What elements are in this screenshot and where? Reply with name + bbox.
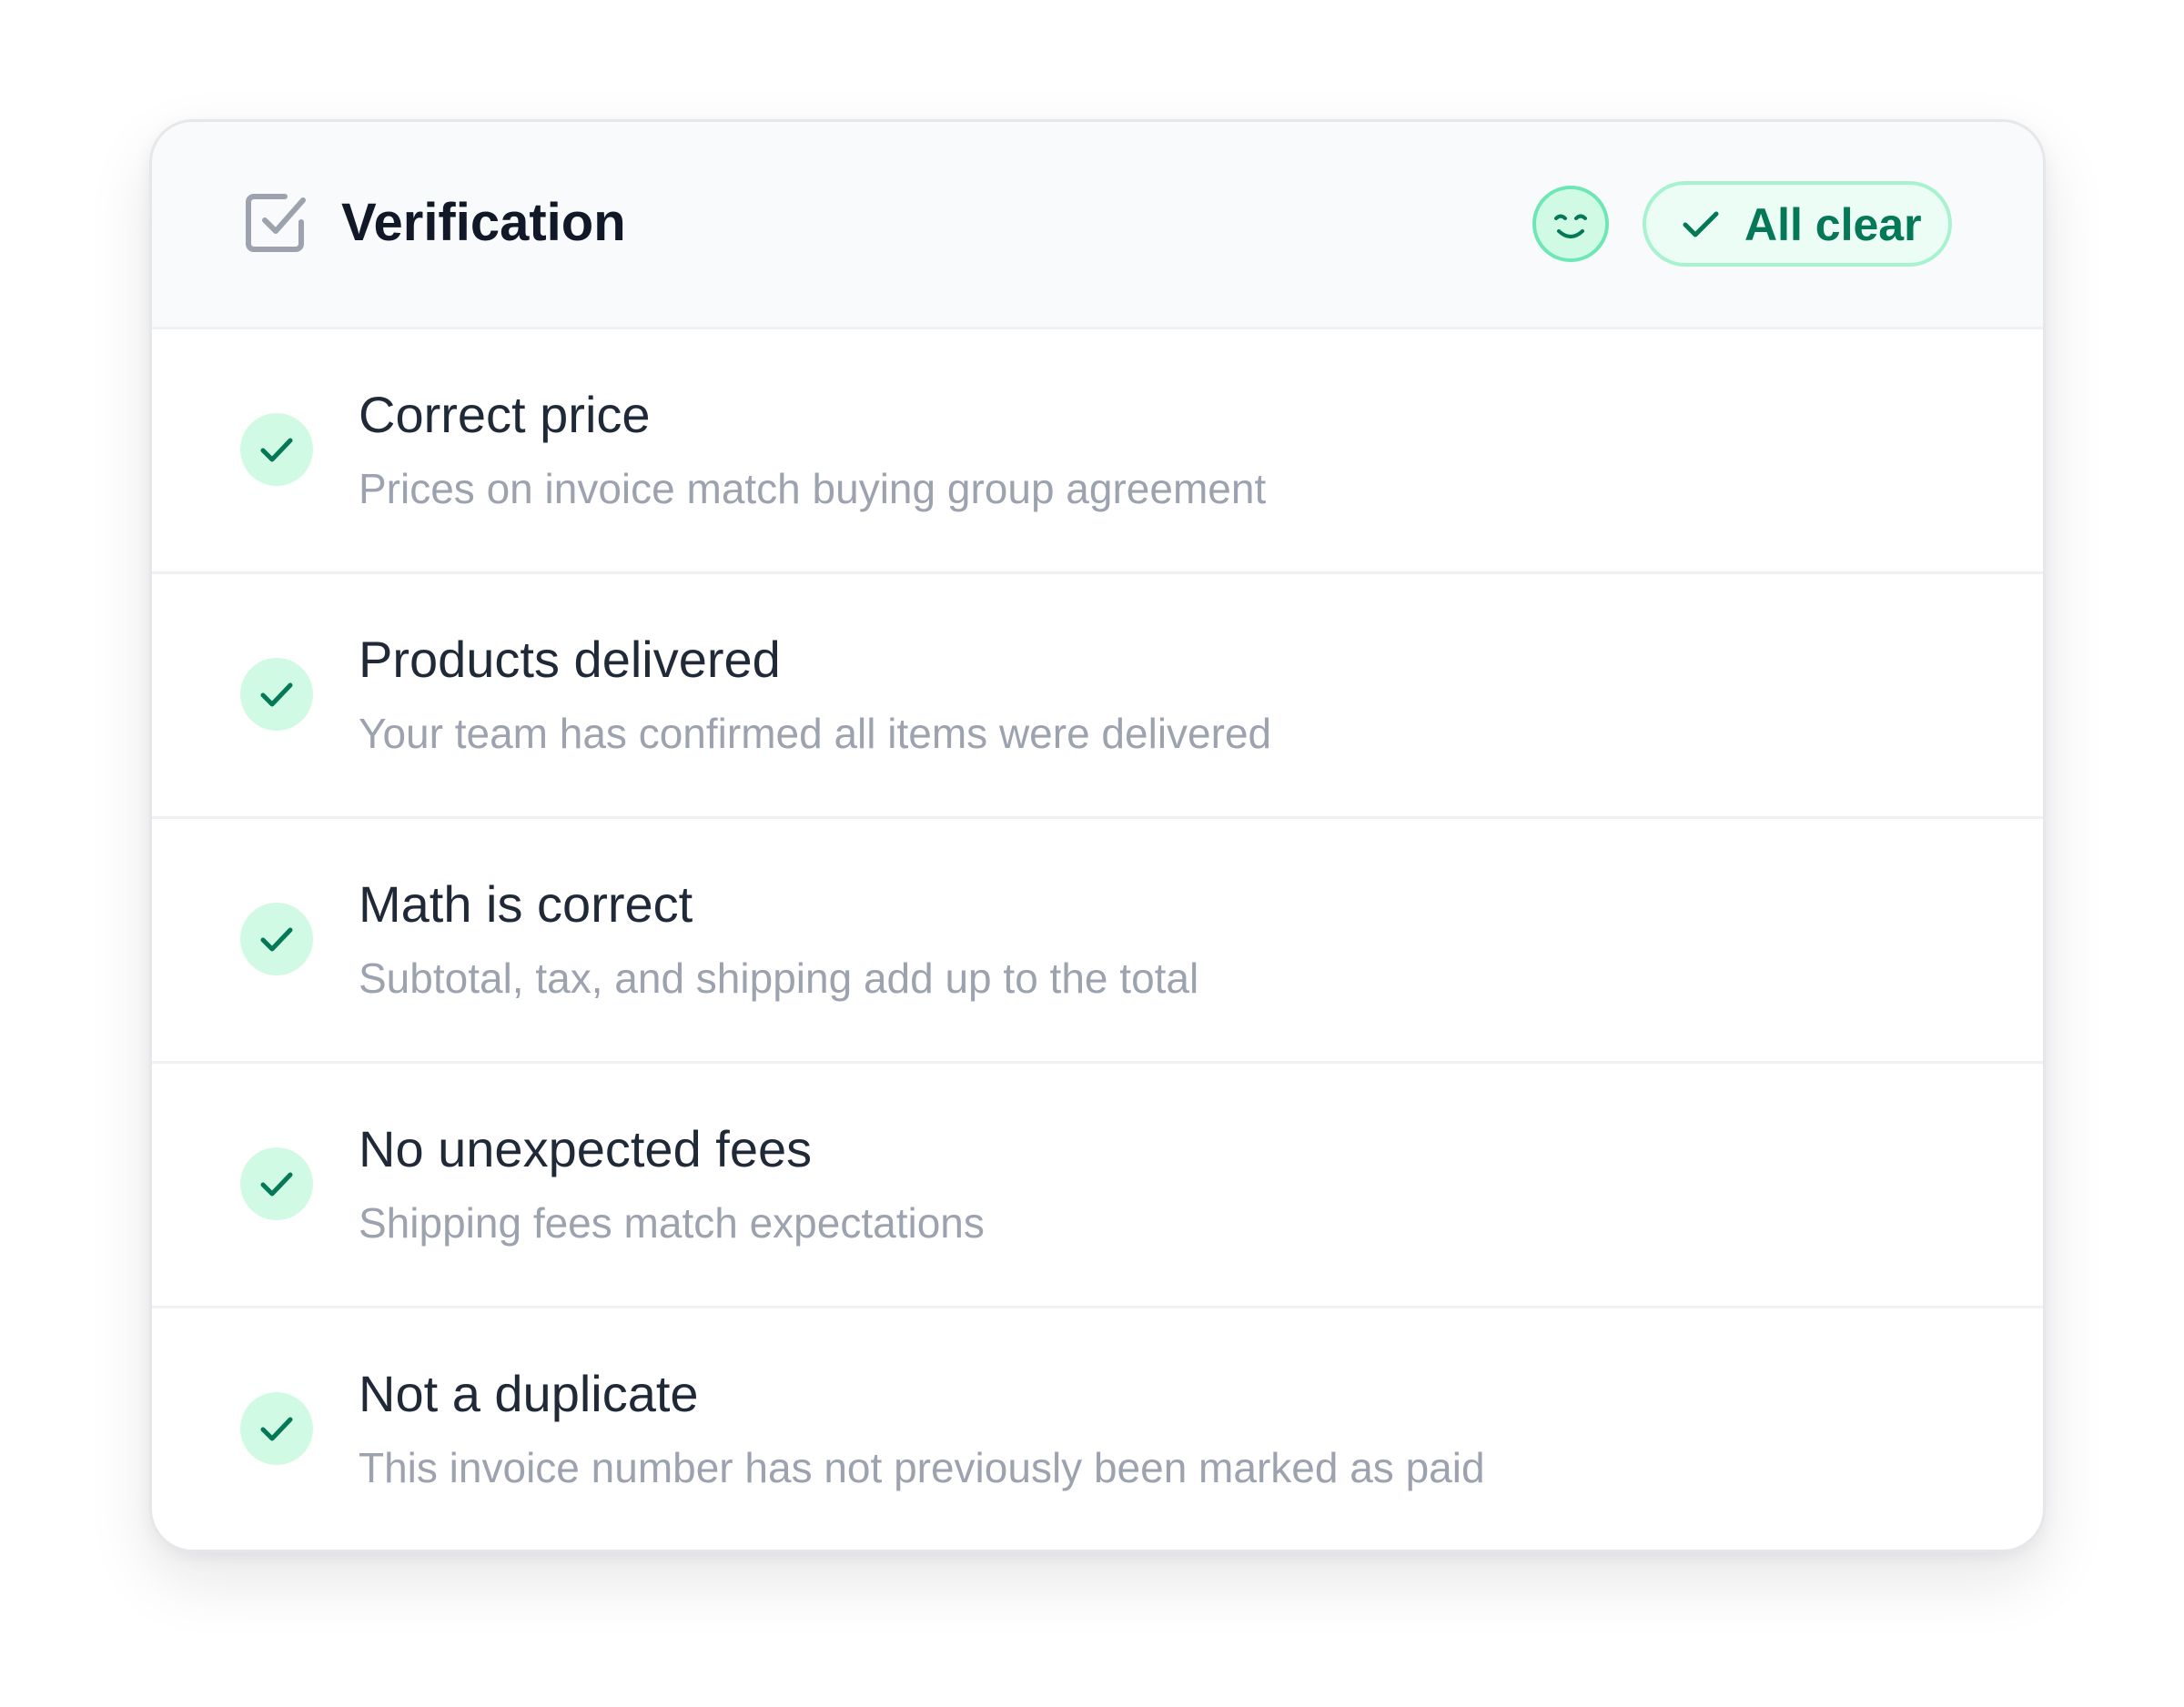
check-row-not-duplicate: Not a duplicate This invoice number has … [152,1308,2043,1550]
verification-card: Verification All clear Correct price Pri… [149,119,2046,1552]
check-title: Correct price [359,386,651,443]
check-description: Shipping fees match expectations [359,1199,985,1247]
smiling-face-icon [1532,186,1609,262]
check-circle-icon [240,1147,313,1220]
card-title: Verification [341,193,626,252]
check-row-correct-price: Correct price Prices on invoice match bu… [152,329,2043,574]
check-description: Prices on invoice match buying group agr… [359,465,1267,512]
status-label: All clear [1744,199,1922,250]
check-row-products-delivered: Products delivered Your team has confirm… [152,574,2043,819]
card-header: Verification All clear [152,122,2043,329]
check-title: Products delivered [359,631,781,688]
check-row-math-correct: Math is correct Subtotal, tax, and shipp… [152,819,2043,1064]
check-row-no-unexpected-fees: No unexpected fees Shipping fees match e… [152,1064,2043,1308]
check-description: Your team has confirmed all items were d… [359,710,1272,757]
check-description: Subtotal, tax, and shipping add up to th… [359,955,1199,1002]
check-circle-icon [240,1392,313,1465]
checkbox-checked-icon [243,189,308,255]
check-title: No unexpected fees [359,1120,813,1177]
check-circle-icon [240,413,313,486]
status-badge: All clear [1643,181,1952,267]
check-title: Math is correct [359,875,693,933]
check-circle-icon [240,903,313,975]
check-description: This invoice number has not previously b… [359,1444,1485,1491]
check-circle-icon [240,658,313,731]
check-icon [1683,210,1719,239]
check-title: Not a duplicate [359,1365,699,1422]
